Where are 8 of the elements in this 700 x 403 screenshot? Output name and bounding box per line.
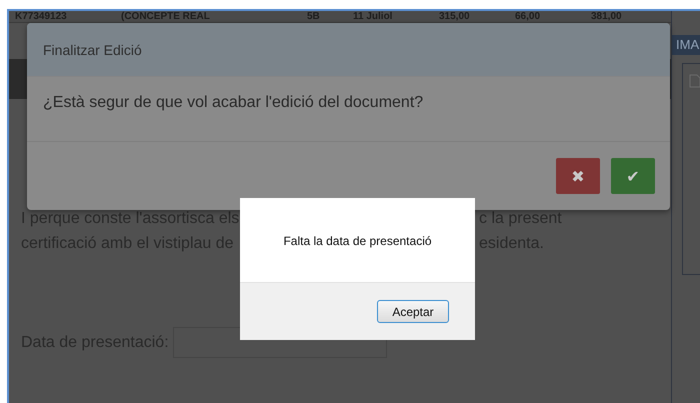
panel-title: IMA (672, 35, 700, 55)
alert-message: Falta la data de presentació (283, 234, 432, 250)
cancel-button[interactable]: ✖ (556, 158, 600, 194)
dialog-message: ¿Està segur de que vol acabar l'edició del document? (43, 94, 424, 111)
document-icon (689, 74, 700, 88)
confirm-button[interactable]: ✔ (611, 158, 655, 194)
accept-button[interactable]: Aceptar (377, 300, 449, 323)
dialog-title: Finalitzar Edició (43, 42, 142, 58)
